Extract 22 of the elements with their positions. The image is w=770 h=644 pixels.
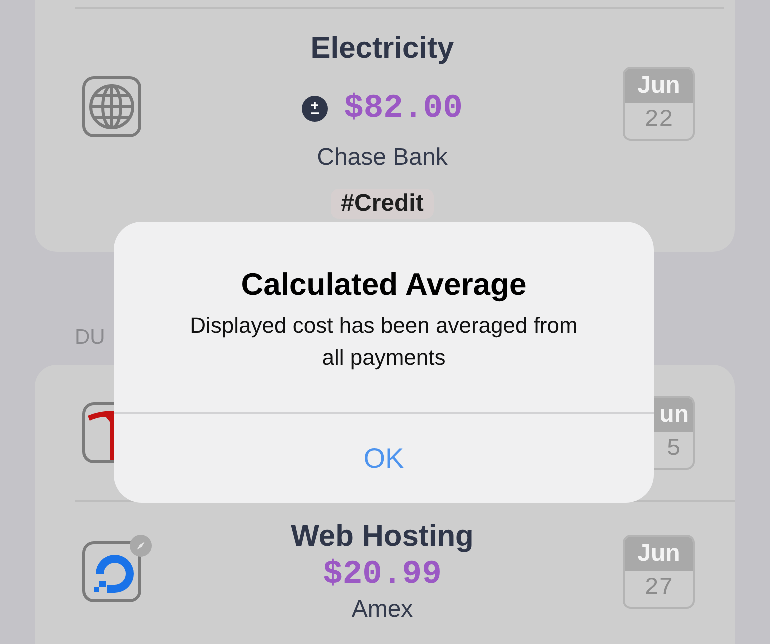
- day-label: 22: [644, 106, 674, 136]
- bill-title: Web Hosting: [291, 519, 474, 555]
- section-header: DU: [75, 325, 106, 351]
- alert-message: Displayed cost has been averaged from all payments: [189, 312, 579, 372]
- globe-icon: [82, 76, 142, 138]
- droplet-logo-icon: [82, 541, 142, 603]
- bill-title: Electricity: [310, 31, 454, 67]
- ok-button[interactable]: OK: [114, 414, 654, 503]
- day-label: 5: [666, 434, 681, 464]
- tag-label: #Credit: [331, 189, 434, 219]
- alert-title: Calculated Average: [241, 266, 527, 304]
- amount: $82.00: [344, 89, 463, 129]
- tesla-logo-icon: [82, 402, 114, 464]
- amount: $20.99: [323, 555, 442, 595]
- day-label: 27: [644, 574, 674, 604]
- month-label: Jun: [638, 71, 680, 101]
- account-name: Amex: [352, 595, 414, 625]
- account-name: Chase Bank: [317, 143, 448, 173]
- plus-minus-icon: [302, 96, 328, 122]
- compass-icon: [130, 535, 152, 557]
- month-label: Jun: [638, 539, 680, 569]
- month-label: un: [660, 400, 689, 430]
